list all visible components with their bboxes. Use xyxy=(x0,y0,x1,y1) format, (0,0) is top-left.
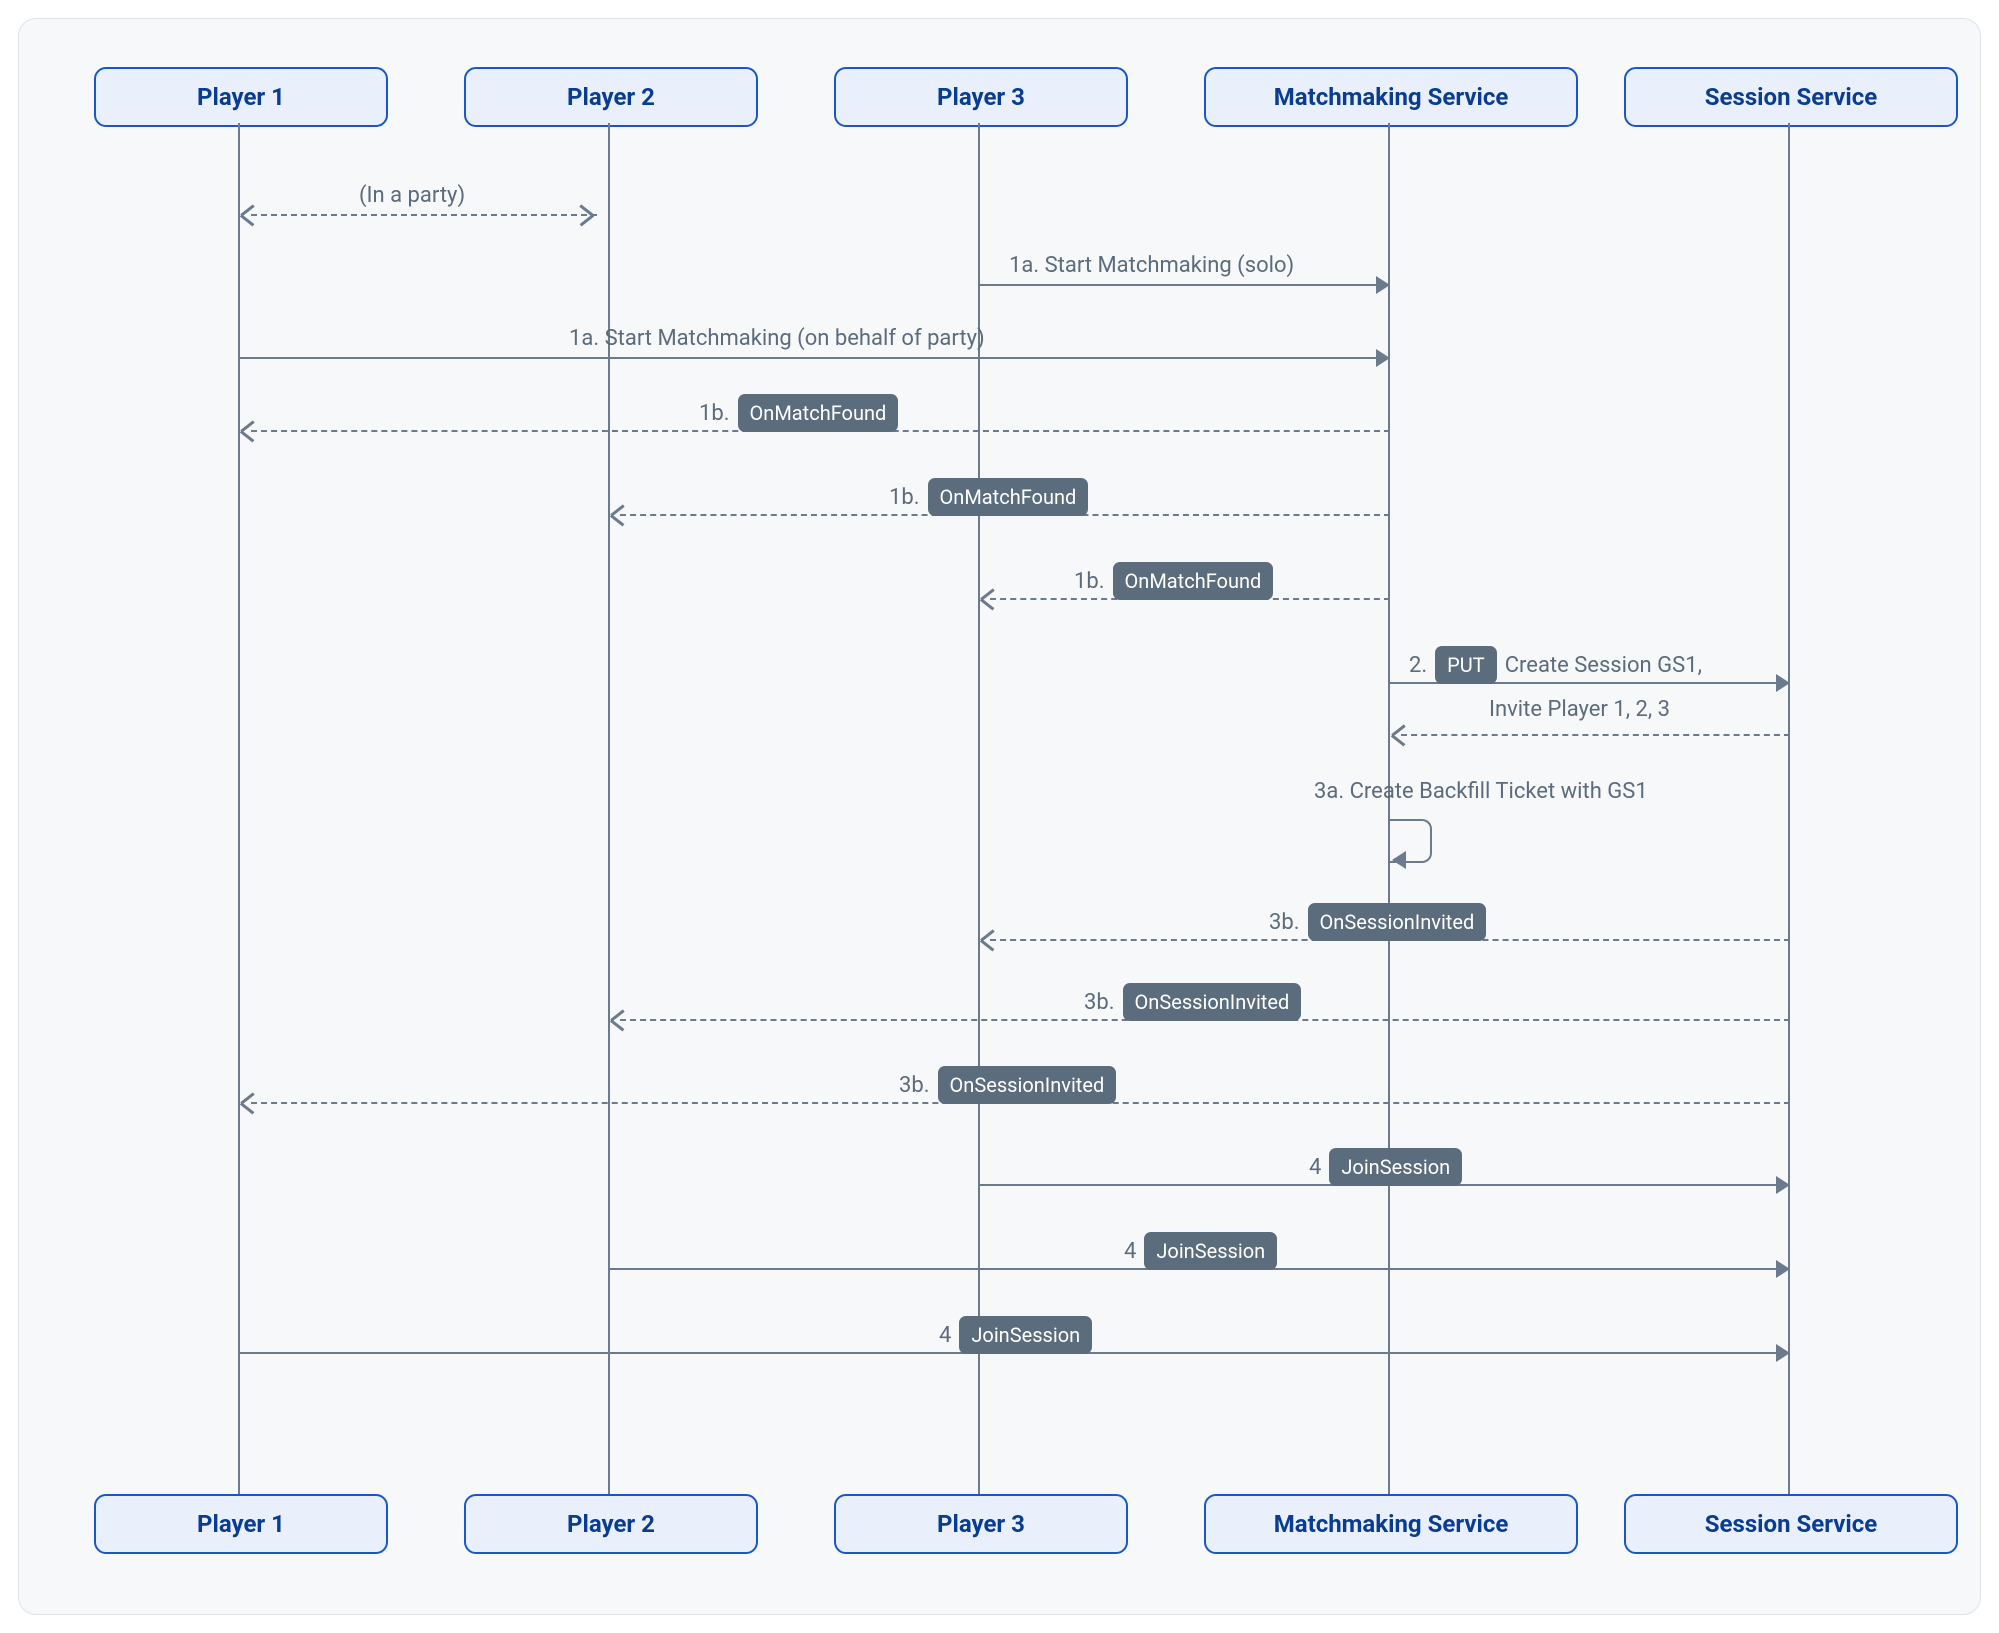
actor-label: Session Service xyxy=(1705,83,1877,111)
actor-label: Player 2 xyxy=(567,1510,655,1538)
actor-player2-top: Player 2 xyxy=(464,67,758,127)
arrowhead-right-icon xyxy=(1776,674,1790,692)
arrowhead-right-icon xyxy=(1776,1344,1790,1362)
actor-player2-bottom: Player 2 xyxy=(464,1494,758,1554)
msg-party-link xyxy=(251,214,597,218)
label-4-p1: 4 JoinSession xyxy=(939,1316,1092,1354)
label-1b-p1: 1b. OnMatchFound xyxy=(699,394,898,432)
tag-joinsession: JoinSession xyxy=(1144,1232,1277,1270)
diagram-outer: Player 1 Player 2 Player 3 Matchmaking S… xyxy=(0,0,1999,1633)
lifeline-mm xyxy=(1388,123,1390,1494)
text: 1a. Start Matchmaking (solo) xyxy=(1009,253,1294,278)
text: 3a. Create Backfill Ticket with GS1 xyxy=(1314,779,1648,804)
text: 1b. xyxy=(699,401,730,426)
actor-label: Player 1 xyxy=(197,1510,285,1538)
tag-onmatchfound: OnMatchFound xyxy=(738,394,899,432)
tag-put: PUT xyxy=(1435,646,1497,684)
actor-session-top: Session Service xyxy=(1624,67,1958,127)
label-3b-p2: 3b. OnSessionInvited xyxy=(1084,983,1301,1021)
label-1b-p3: 1b. OnMatchFound xyxy=(1074,562,1273,600)
text: Create Session GS1, xyxy=(1505,653,1702,678)
actor-matchmaking-top: Matchmaking Service xyxy=(1204,67,1578,127)
lifeline-ss xyxy=(1788,123,1790,1494)
tag-onmatchfound: OnMatchFound xyxy=(928,478,1089,516)
arrowhead-right-icon xyxy=(1776,1176,1790,1194)
text: 3b. xyxy=(899,1073,930,1098)
diagram-panel: Player 1 Player 2 Player 3 Matchmaking S… xyxy=(18,18,1981,1615)
tag-onsessioninvited: OnSessionInvited xyxy=(1123,983,1302,1021)
arrowhead-right-icon xyxy=(1776,1260,1790,1278)
text: 4 xyxy=(1309,1155,1321,1180)
actor-label: Matchmaking Service xyxy=(1274,83,1509,111)
tag-joinsession: JoinSession xyxy=(1329,1148,1462,1186)
arrowhead-right-icon xyxy=(1376,276,1390,294)
tag-onmatchfound: OnMatchFound xyxy=(1113,562,1274,600)
text: 1a. Start Matchmaking (on behalf of part… xyxy=(569,326,985,351)
lifeline-p1 xyxy=(238,123,240,1494)
actor-label: Matchmaking Service xyxy=(1274,1510,1509,1538)
actor-label: Player 3 xyxy=(937,83,1025,111)
label-1a-party: 1a. Start Matchmaking (on behalf of part… xyxy=(569,326,985,351)
text: 4 xyxy=(939,1323,951,1348)
label-3a: 3a. Create Backfill Ticket with GS1 xyxy=(1314,779,1648,804)
label-2-line1: 2. PUT Create Session GS1, xyxy=(1409,646,1702,684)
label-2-line2: Invite Player 1, 2, 3 xyxy=(1489,697,1670,722)
actor-label: Player 3 xyxy=(937,1510,1025,1538)
text: 3b. xyxy=(1084,990,1115,1015)
tag-onsessioninvited: OnSessionInvited xyxy=(938,1066,1117,1104)
label-1a-solo: 1a. Start Matchmaking (solo) xyxy=(1009,253,1294,278)
actor-label: Player 1 xyxy=(197,83,285,111)
actor-matchmaking-bottom: Matchmaking Service xyxy=(1204,1494,1578,1554)
label-3b-p3: 3b. OnSessionInvited xyxy=(1269,903,1486,941)
msg-1a-party xyxy=(240,357,1376,361)
actor-player1-bottom: Player 1 xyxy=(94,1494,388,1554)
label-1b-p2: 1b. OnMatchFound xyxy=(889,478,1088,516)
actor-label: Player 2 xyxy=(567,83,655,111)
text: (In a party) xyxy=(359,183,465,208)
actor-session-bottom: Session Service xyxy=(1624,1494,1958,1554)
arrowhead-left-icon xyxy=(1392,851,1406,869)
label-4-p2: 4 JoinSession xyxy=(1124,1232,1277,1270)
tag-onsessioninvited: OnSessionInvited xyxy=(1308,903,1487,941)
msg-2-return xyxy=(1401,734,1790,738)
text: 4 xyxy=(1124,1239,1136,1264)
text: 1b. xyxy=(1074,569,1105,594)
actor-label: Session Service xyxy=(1705,1510,1877,1538)
text: 3b. xyxy=(1269,910,1300,935)
msg-1a-solo xyxy=(980,284,1376,288)
text: 1b. xyxy=(889,485,920,510)
actor-player3-top: Player 3 xyxy=(834,67,1128,127)
tag-joinsession: JoinSession xyxy=(959,1316,1092,1354)
actor-player1-top: Player 1 xyxy=(94,67,388,127)
label-party-note: (In a party) xyxy=(359,183,465,208)
text: 2. xyxy=(1409,653,1427,678)
arrowhead-right-icon xyxy=(1376,349,1390,367)
label-4-p3: 4 JoinSession xyxy=(1309,1148,1462,1186)
text: Invite Player 1, 2, 3 xyxy=(1489,697,1670,722)
label-3b-p1: 3b. OnSessionInvited xyxy=(899,1066,1116,1104)
actor-player3-bottom: Player 3 xyxy=(834,1494,1128,1554)
